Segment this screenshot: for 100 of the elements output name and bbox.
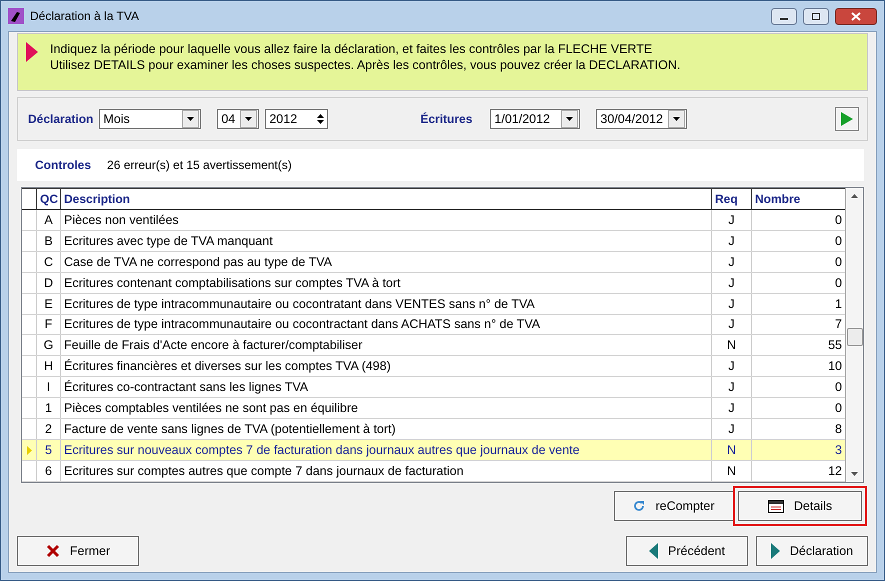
run-button[interactable] [835, 107, 859, 131]
table-row[interactable]: D Ecritures contenant comptabilisations sur comptes TVA à tort J 0 [22, 272, 845, 294]
summary-text: 26 erreur(s) et 15 avertissement(s) [107, 158, 292, 172]
table-cell: Ecritures sur comptes autres que compte 7 dans journaux de facturation [60, 460, 711, 481]
table-cell: 12 [751, 460, 845, 481]
table-row[interactable]: 1 Pièces comptables ventilées ne sont pas en équilibre J 0 [22, 398, 845, 420]
right-arrow-icon [770, 543, 780, 559]
left-arrow-icon [649, 543, 658, 559]
table-row[interactable]: I Écritures co-contractant sans les lignes TVA J 0 [22, 377, 845, 398]
window-icon [768, 500, 784, 512]
table-row[interactable]: 5 Ecritures sur nouveaux comptes 7 de facturation dans journaux autres que journaux de vente N 3 [22, 440, 845, 461]
table-cell: J [711, 252, 751, 272]
table-cell: F [36, 314, 60, 334]
table-cell: C [36, 252, 60, 272]
dropdown-arrow-icon [673, 117, 680, 121]
table-cell: 2 [36, 419, 60, 440]
table-cell: Écritures financières et diverses sur les comptes TVA (498) [60, 356, 711, 376]
table-cell: H [36, 356, 60, 376]
dropdown-arrow-icon [566, 117, 574, 121]
table-cell: Ecritures contenant comptabilisations sur comptes TVA à tort [60, 272, 711, 293]
table-cell: G [36, 335, 60, 356]
refresh-icon [633, 500, 646, 512]
table-cell: Ecritures de type intracommunautaire ou cocontratant dans VENTES sans n° de TVA [60, 294, 711, 314]
table-cell: 0 [751, 230, 845, 251]
table-cell: 3 [751, 440, 845, 460]
table-cell: 0 [751, 377, 845, 398]
table-cell: 0 [751, 272, 845, 293]
minimize-icon[interactable] [771, 8, 797, 24]
instruction-text: Utilisez DETAILS pour examiner les choses suspectes. Après les contrôles, vous pouvez créer la DECLARATION. [50, 58, 680, 73]
table-cell: Écritures co-contractant sans les lignes TVA [60, 377, 711, 398]
declaration-label: Déclaration [28, 112, 94, 126]
table-row[interactable]: H Écritures financières et diverses sur les comptes TVA (498) J 10 [22, 356, 845, 378]
ecritures-label: Écritures [420, 112, 472, 126]
previous-button[interactable]: Précédent [626, 536, 748, 566]
controls-label: Controles [35, 158, 92, 172]
table-cell: 10 [751, 356, 845, 376]
table-row[interactable]: B Ecritures avec type de TVA manquant J 0 [22, 230, 845, 252]
row-pointer-icon [26, 446, 32, 455]
declaration-button[interactable]: Déclaration [756, 536, 868, 566]
instruction-text: Indiquez la période pour laquelle vous allez faire la déclaration, et faites les contrôles par la FLECHE VERTE [50, 42, 654, 57]
date-from-dropdown[interactable]: 1/01/2012 [490, 109, 580, 129]
up-arrow-icon [317, 114, 324, 118]
table-row[interactable]: A Pièces non ventilées J 0 [22, 210, 845, 231]
table-cell: J [711, 294, 751, 314]
window-title: Déclaration à la TVA [30, 9, 140, 23]
period-dropdown[interactable]: Mois [99, 109, 202, 129]
month-dropdown[interactable]: 04 [217, 109, 260, 129]
maximize-icon[interactable] [803, 8, 829, 24]
table-cell: E [36, 294, 60, 314]
table-cell: Feuille de Frais d'Acte encore à facturer/comptabiliser [60, 335, 711, 356]
table-cell: Ecritures avec type de TVA manquant [60, 230, 711, 251]
scrollbar-thumb[interactable] [847, 328, 863, 346]
column-header[interactable]: QC [36, 189, 60, 209]
close-button[interactable]: Fermer [17, 536, 139, 566]
play-icon [841, 112, 853, 126]
close-icon[interactable] [835, 8, 877, 24]
recount-button[interactable]: reCompter [614, 491, 734, 521]
column-header[interactable]: Req [711, 189, 751, 209]
down-arrow-icon[interactable] [851, 472, 858, 476]
table-cell: 6 [36, 460, 60, 481]
table-cell: 1 [36, 398, 60, 418]
table-cell: Case de TVA ne correspond pas au type de TVA [60, 252, 711, 272]
table-row[interactable]: F Ecritures de type intracommunautaire ou cocontractant dans ACHATS sans n° de TVA J 7 [22, 314, 845, 336]
up-arrow-icon[interactable] [851, 194, 858, 198]
table-row[interactable]: 6 Ecritures sur comptes autres que compte 7 dans journaux de facturation N 12 [22, 460, 845, 482]
table-cell: B [36, 230, 60, 251]
table-cell: Pièces non ventilées [60, 210, 711, 230]
scrollbar[interactable] [846, 188, 863, 482]
table-cell: 5 [36, 440, 60, 460]
date-to-dropdown[interactable]: 30/04/2012 [596, 109, 688, 129]
table-row[interactable]: E Ecritures de type intracommunautaire ou cocontratant dans VENTES sans n° de TVA J 1 [22, 294, 845, 315]
table-row[interactable]: G Feuille de Frais d'Acte encore à facturer/comptabiliser N 55 [22, 335, 845, 356]
column-header[interactable]: Nombre [751, 189, 845, 209]
table-cell: J [711, 314, 751, 334]
table-cell: 0 [751, 252, 845, 272]
table-cell: A [36, 210, 60, 230]
table-cell: 7 [751, 314, 845, 334]
year-spinner[interactable]: 2012 [265, 109, 328, 129]
table-row[interactable]: C Case de TVA ne correspond pas au type de TVA J 0 [22, 252, 845, 273]
down-arrow-icon [317, 120, 324, 124]
triangle-icon [26, 42, 38, 62]
table-cell: J [711, 272, 751, 293]
table-cell: N [711, 460, 751, 481]
table-cell: J [711, 398, 751, 418]
column-header[interactable]: Description [60, 189, 711, 209]
table-cell: Ecritures sur nouveaux comptes 7 de facturation dans journaux autres que journaux de vente [60, 440, 711, 460]
table-cell: N [711, 440, 751, 460]
app-icon [8, 8, 24, 24]
table-cell: D [36, 272, 60, 293]
table-cell: J [711, 377, 751, 398]
table-row[interactable]: 2 Facture de vente sans lignes de TVA (potentiellement à tort) J 8 [22, 419, 845, 440]
dropdown-arrow-icon [187, 117, 194, 121]
table-cell: J [711, 230, 751, 251]
table-cell: Ecritures de type intracommunautaire ou cocontractant dans ACHATS sans n° de TVA [60, 314, 711, 334]
table-cell: 0 [751, 398, 845, 418]
table-cell: I [36, 377, 60, 398]
table-cell: 0 [751, 210, 845, 230]
dropdown-arrow-icon [245, 117, 252, 121]
table-cell: 1 [751, 294, 845, 314]
close-icon [46, 544, 60, 558]
